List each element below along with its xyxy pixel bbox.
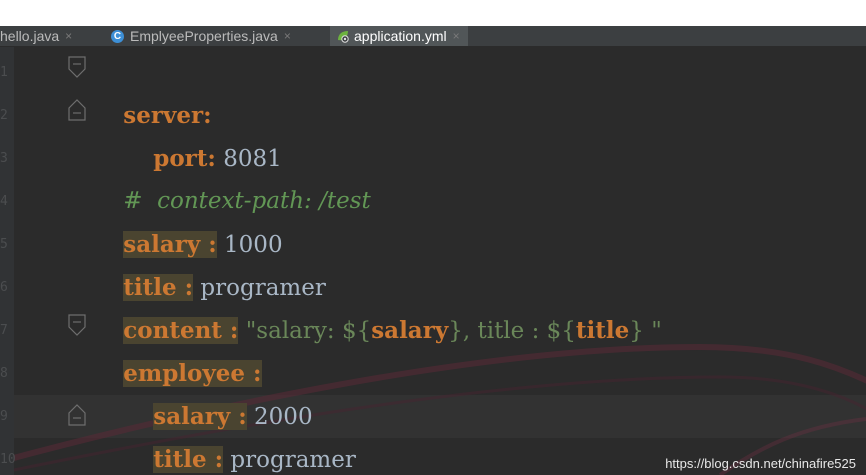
line-number: 9 [0,409,8,424]
tab-emplyee-properties[interactable]: C EmplyeeProperties.java × [111,26,291,46]
line-number: 8 [0,366,8,381]
close-icon[interactable]: × [65,29,72,43]
line-number: 4 [0,194,8,209]
yaml-spring-icon [338,31,349,43]
line-number: 2 [0,108,8,123]
fold-collapse-icon[interactable] [66,55,88,79]
yaml-string: " [643,318,662,344]
line-number: 1 [0,65,8,80]
tab-application-yml[interactable]: application.yml × [330,26,468,46]
brace: { [356,318,372,344]
editor-tab-bar: hello.java × C EmplyeeProperties.java × … [0,26,866,47]
code-line-6: content : "salary: ${salary}, title : ${… [94,266,662,344]
line-number: 5 [0,237,8,252]
tab-hello-java[interactable]: hello.java × [0,26,72,46]
code-line-9: title : programer [124,395,356,473]
code-line-2: port: 8081 [124,94,282,172]
line-number: 7 [0,323,8,338]
code-line-1: server: [94,51,211,129]
fold-end-icon[interactable] [66,98,88,122]
code-editor[interactable]: 1 2 3 4 5 6 7 8 9 10 server: port: 8081 … [0,47,866,475]
tab-label: hello.java [0,28,60,44]
fold-end-icon[interactable] [66,403,88,427]
brace: } [629,318,644,344]
top-margin [0,0,866,26]
code-line-4: salary : 1000 [94,180,283,258]
line-number: 6 [0,280,8,295]
class-c-icon: C [111,29,124,43]
line-number-gutter: 1 2 3 4 5 6 7 8 9 10 [0,47,16,475]
close-icon[interactable]: × [453,29,460,43]
line-number: 10 [0,452,16,467]
watermark-url: https://blog.csdn.net/chinafire525 [665,456,856,471]
code-line-8: salary : 2000 [124,352,313,430]
code-line-5: title : programer [94,223,326,301]
brace: { [561,318,576,344]
yaml-key-highlighted: title : [153,446,224,473]
yaml-value: programer [223,447,356,473]
yaml-string: , title : $ [462,318,562,344]
close-icon[interactable]: × [284,29,291,43]
placeholder: salary [371,317,449,344]
placeholder: title [575,317,630,344]
code-line-3: # context-path: /test [94,137,370,214]
brace: } [448,318,463,344]
fold-collapse-icon[interactable] [66,313,88,337]
tab-label: EmplyeeProperties.java [130,28,278,44]
line-number: 3 [0,151,8,166]
tab-label: application.yml [354,28,447,44]
code-line-7: employee : [94,309,262,387]
